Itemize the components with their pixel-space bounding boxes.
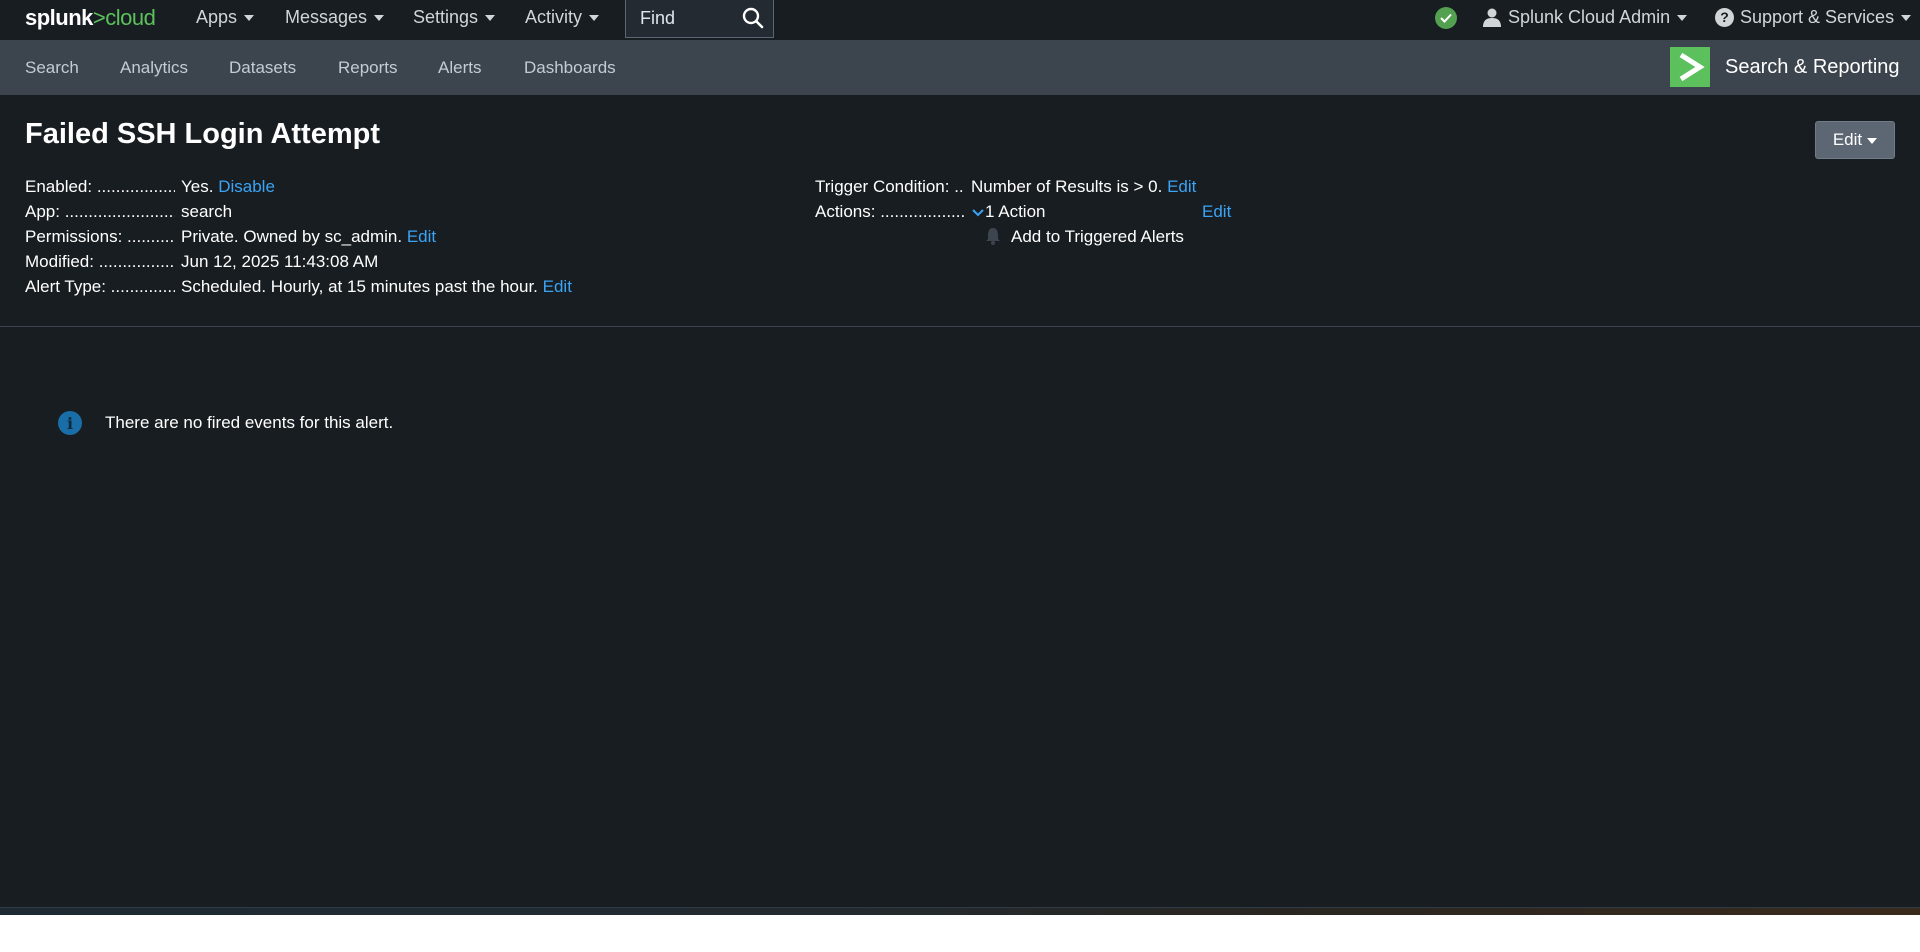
chevron-down-icon	[1677, 15, 1688, 21]
app-name[interactable]: Search & Reporting	[1725, 56, 1900, 79]
edit-dropdown-button[interactable]: Edit	[1815, 121, 1895, 159]
nav-datasets[interactable]: Datasets	[229, 40, 296, 95]
app-value: search	[181, 202, 233, 221]
action-item: Add to Triggered Alerts	[985, 227, 1184, 247]
action-item-label: Add to Triggered Alerts	[1011, 227, 1184, 246]
modified-label: Modified: ..............................…	[25, 252, 175, 271]
chevron-down-icon	[1867, 138, 1878, 144]
menu-apps[interactable]: Apps	[196, 0, 255, 34]
user-menu-label: Splunk Cloud Admin	[1508, 6, 1671, 27]
menu-apps-label: Apps	[196, 6, 238, 27]
menu-messages-label: Messages	[285, 6, 368, 27]
app-navigation-bar: Search Analytics Datasets Reports Alerts…	[0, 40, 1920, 95]
support-menu[interactable]: ? Support & Services	[1715, 0, 1912, 34]
edit-schedule-link[interactable]: Edit	[543, 277, 572, 296]
menu-activity-label: Activity	[525, 6, 583, 27]
search-icon[interactable]	[741, 6, 765, 30]
app-window: splunk>cloud Apps Messages Settings Acti…	[0, 0, 1920, 915]
alert-type-row: Scheduled. Hourly, at 15 minutes past th…	[181, 277, 572, 297]
logo-gt-text: >	[92, 5, 106, 30]
nav-search[interactable]: Search	[25, 40, 79, 95]
help-icon: ?	[1715, 7, 1734, 27]
user-menu[interactable]: Splunk Cloud Admin	[1482, 0, 1688, 34]
nav-dashboards[interactable]: Dashboards	[524, 40, 616, 95]
logo-cloud-text: cloud	[105, 5, 156, 30]
info-icon: i	[58, 411, 82, 435]
edit-button-label: Edit	[1832, 130, 1863, 149]
modified-value: Jun 12, 2025 11:43:08 AM	[181, 252, 379, 271]
alert-type-label: Alert Type: ............................…	[25, 277, 175, 296]
edit-permissions-link[interactable]: Edit	[407, 227, 436, 246]
chevron-down-icon	[972, 208, 984, 216]
actions-toggle[interactable]: 1 Action	[971, 202, 1046, 222]
menu-messages[interactable]: Messages	[285, 0, 385, 34]
disable-link[interactable]: Disable	[218, 177, 275, 196]
app-label: App: ...................................…	[25, 202, 175, 221]
search-app-logo-icon[interactable]	[1670, 47, 1710, 87]
chevron-down-icon	[485, 15, 496, 21]
chevron-down-icon	[1901, 15, 1912, 21]
trigger-condition-label: Trigger Condition: ..	[815, 177, 964, 196]
global-header: splunk>cloud Apps Messages Settings Acti…	[0, 0, 1920, 40]
menu-settings-label: Settings	[413, 6, 479, 27]
edit-actions-link[interactable]: Edit	[1202, 202, 1231, 222]
trigger-condition-row: Number of Results is > 0. Edit	[971, 177, 1196, 197]
find-input[interactable]	[638, 6, 737, 30]
page-title: Failed SSH Login Attempt	[25, 118, 380, 150]
permissions-label: Permissions: ...........................…	[25, 227, 175, 246]
nav-reports[interactable]: Reports	[338, 40, 398, 95]
alert-type-value: Scheduled. Hourly, at 15 minutes past th…	[181, 277, 538, 296]
nav-alerts[interactable]: Alerts	[438, 40, 481, 95]
menu-activity[interactable]: Activity	[525, 0, 600, 34]
bell-icon	[986, 228, 1000, 245]
chevron-down-icon	[244, 15, 255, 21]
actions-value: 1 Action	[985, 202, 1046, 221]
enabled-value: Yes.	[181, 177, 214, 196]
enabled-row: Yes. Disable	[181, 177, 275, 197]
permissions-row: Private. Owned by sc_admin. Edit	[181, 227, 436, 247]
section-divider	[0, 326, 1920, 327]
enabled-label: Enabled: ...............................…	[25, 177, 175, 196]
health-status-ok-icon[interactable]	[1435, 7, 1457, 29]
logo-main-text: splunk	[25, 5, 93, 30]
actions-label: Actions: ...............................…	[815, 202, 966, 221]
edit-trigger-link[interactable]: Edit	[1167, 177, 1196, 196]
nav-analytics[interactable]: Analytics	[120, 40, 188, 95]
support-menu-label: Support & Services	[1740, 6, 1895, 27]
no-events-message: There are no fired events for this alert…	[105, 413, 394, 432]
chevron-down-icon	[374, 15, 385, 21]
bottom-edge	[0, 907, 1920, 915]
menu-settings[interactable]: Settings	[413, 0, 496, 34]
user-icon	[1483, 8, 1501, 27]
find-box	[625, 0, 774, 38]
permissions-value: Private. Owned by sc_admin.	[181, 227, 403, 246]
trigger-condition-value: Number of Results is > 0.	[971, 177, 1163, 196]
splunk-cloud-logo[interactable]: splunk>cloud	[25, 5, 156, 31]
chevron-down-icon	[589, 15, 600, 21]
